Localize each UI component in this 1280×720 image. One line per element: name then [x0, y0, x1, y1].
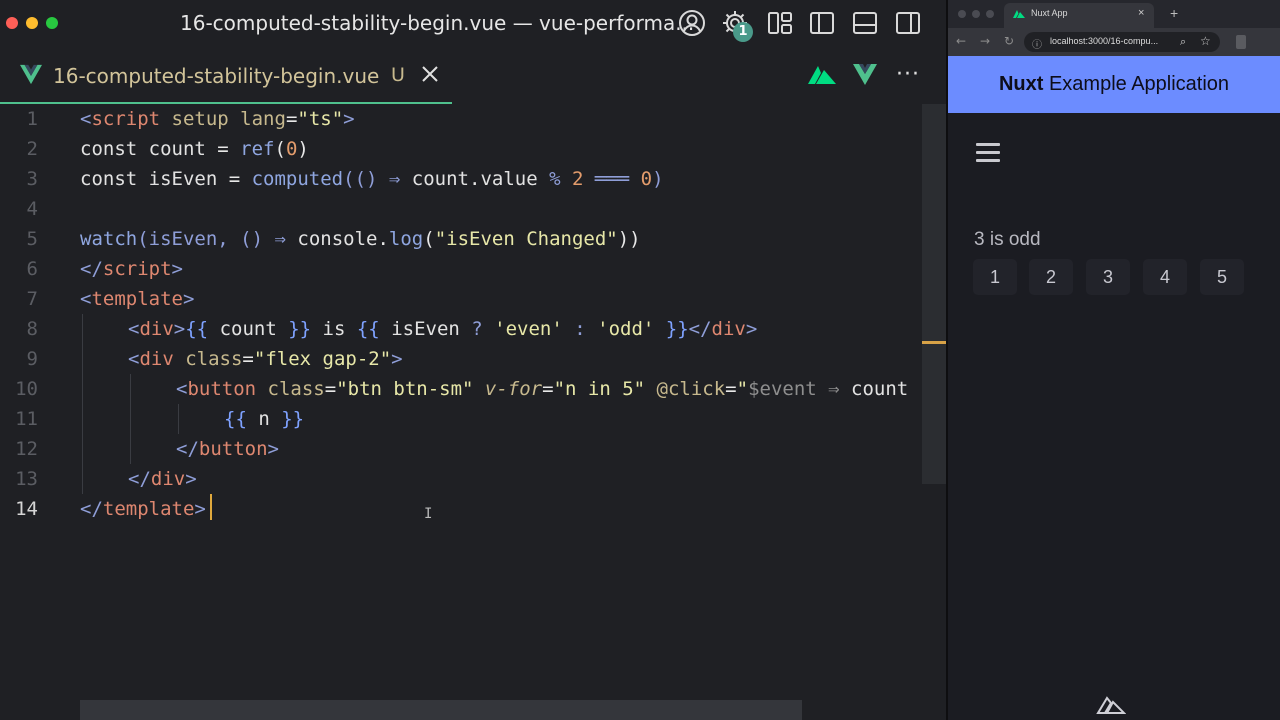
- nuxt-devtools-icon[interactable]: [808, 64, 836, 86]
- settings-update-badge: 1: [733, 22, 753, 42]
- customize-layout-icon[interactable]: [766, 9, 794, 37]
- extension-icon[interactable]: [1236, 35, 1246, 49]
- line-number: 6: [26, 258, 38, 280]
- code-line: </button>: [176, 438, 279, 460]
- code-line: const count = ref(0): [80, 138, 309, 160]
- line-number: 7: [26, 288, 38, 310]
- zoom-icon[interactable]: ⌕: [1180, 35, 1186, 49]
- forward-arrow-icon[interactable]: →: [980, 34, 990, 48]
- vue-split-editor-icon[interactable]: [851, 61, 879, 89]
- line-number: 12: [15, 438, 38, 460]
- toggle-secondary-sidebar-icon[interactable]: [894, 9, 922, 37]
- more-actions-button[interactable]: ···: [894, 61, 922, 89]
- app-title: Nuxt Example Application: [948, 73, 1280, 96]
- vue-file-icon: [20, 64, 42, 85]
- browser-close-button[interactable]: [958, 10, 966, 18]
- line-number: 8: [26, 318, 38, 340]
- browser-tab-active[interactable]: Nuxt App ×: [1004, 3, 1154, 28]
- app-title-brand: Nuxt: [998, 73, 1044, 95]
- line-number: 1: [26, 108, 38, 130]
- new-tab-button[interactable]: +: [1170, 5, 1178, 21]
- code-line: watch(isEven, () ⇒ console.log("isEven C…: [80, 228, 641, 250]
- code-editor-window: 16-computed-stability-begin.vue — vue-pe…: [0, 0, 946, 720]
- close-window-button[interactable]: [6, 17, 18, 29]
- browser-window: Nuxt App × + ← → ↻ ⓘ localhost:3000/16-c…: [948, 0, 1280, 720]
- code-line: const isEven = computed(() ⇒ count.value…: [80, 168, 664, 190]
- code-line: <template>: [80, 288, 195, 310]
- line-number: 13: [15, 468, 38, 490]
- line-number: 9: [26, 348, 38, 370]
- line-number: 10: [15, 378, 38, 400]
- toggle-panel-icon[interactable]: [851, 9, 879, 37]
- line-number: 2: [26, 138, 38, 160]
- tab-filename: 16-computed-stability-begin.vue: [53, 64, 380, 88]
- number-button-4[interactable]: 4: [1143, 259, 1187, 295]
- site-info-icon[interactable]: ⓘ: [1032, 36, 1042, 51]
- indent-guide: [82, 314, 83, 494]
- line-number: 4: [26, 198, 38, 220]
- code-line: <button class="btn btn-sm" v-for="n in 5…: [176, 378, 909, 400]
- number-button-1[interactable]: 1: [973, 259, 1017, 295]
- address-bar[interactable]: ⓘ localhost:3000/16-compu... ⌕ ☆: [1024, 32, 1220, 52]
- bookmark-star-icon[interactable]: ☆: [1200, 34, 1211, 48]
- text-cursor: [210, 494, 212, 520]
- scrollbar-change-marker: [922, 341, 946, 344]
- indent-guide: [130, 374, 131, 464]
- account-icon[interactable]: [678, 9, 706, 37]
- close-tab-icon[interactable]: [420, 64, 440, 84]
- browser-zoom-button[interactable]: [986, 10, 994, 18]
- code-line: <div class="flex gap-2">: [128, 348, 403, 370]
- line-number: 5: [26, 228, 38, 250]
- code-line: </div>: [128, 468, 197, 490]
- editor-tab-bar: 16-computed-stability-begin.vue U ···: [0, 46, 946, 104]
- app-title-rest: Example Application: [1043, 73, 1230, 95]
- editor-tab-active[interactable]: 16-computed-stability-begin.vue U: [0, 46, 452, 104]
- indent-guide: [178, 404, 179, 434]
- horizontal-scrollbar[interactable]: [80, 700, 802, 720]
- code-line: <script setup lang="ts">: [80, 108, 355, 130]
- code-line: </script>: [80, 258, 183, 280]
- browser-tab-title: Nuxt App: [1031, 8, 1068, 18]
- nuxt-devtools-toggle-icon[interactable]: [1096, 696, 1126, 716]
- code-line-active: </template>: [80, 498, 206, 520]
- untracked-status-badge: U: [391, 64, 405, 86]
- reload-icon[interactable]: ↻: [1004, 34, 1014, 48]
- parity-status-text: 3 is odd: [974, 229, 1041, 250]
- code-area[interactable]: 1 2 3 4 5 6 7 8 9 10 11 12 13 14 <script…: [0, 104, 922, 700]
- minimize-window-button[interactable]: [26, 17, 38, 29]
- browser-tab-close-icon[interactable]: ×: [1138, 7, 1144, 19]
- code-line: {{ n }}: [224, 408, 305, 430]
- back-arrow-icon[interactable]: ←: [956, 34, 966, 48]
- zoom-window-button[interactable]: [46, 17, 58, 29]
- number-button-3[interactable]: 3: [1086, 259, 1130, 295]
- app-header: Nuxt Example Application: [948, 56, 1280, 113]
- line-number-active: 14: [15, 498, 38, 520]
- window-title: 16-computed-stability-begin.vue — vue-pe…: [180, 11, 695, 35]
- url-text: localhost:3000/16-compu...: [1050, 36, 1159, 46]
- code-line: <div>{{ count }} is {{ isEven ? 'even' :…: [128, 318, 758, 340]
- line-number: 3: [26, 168, 38, 190]
- number-button-5[interactable]: 5: [1200, 259, 1244, 295]
- editor-titlebar: 16-computed-stability-begin.vue — vue-pe…: [0, 0, 946, 46]
- number-button-2[interactable]: 2: [1029, 259, 1073, 295]
- toggle-primary-sidebar-icon[interactable]: [808, 9, 836, 37]
- vertical-scrollbar[interactable]: [922, 104, 946, 484]
- browser-toolbar: ← → ↻ ⓘ localhost:3000/16-compu... ⌕ ☆: [948, 28, 1280, 56]
- hamburger-menu-icon[interactable]: [976, 143, 1002, 165]
- browser-tab-strip: Nuxt App × +: [948, 0, 1280, 28]
- line-number: 11: [15, 408, 38, 430]
- nuxt-favicon-icon: [1013, 10, 1025, 18]
- mouse-ibeam-cursor: I: [424, 506, 433, 522]
- browser-minimize-button[interactable]: [972, 10, 980, 18]
